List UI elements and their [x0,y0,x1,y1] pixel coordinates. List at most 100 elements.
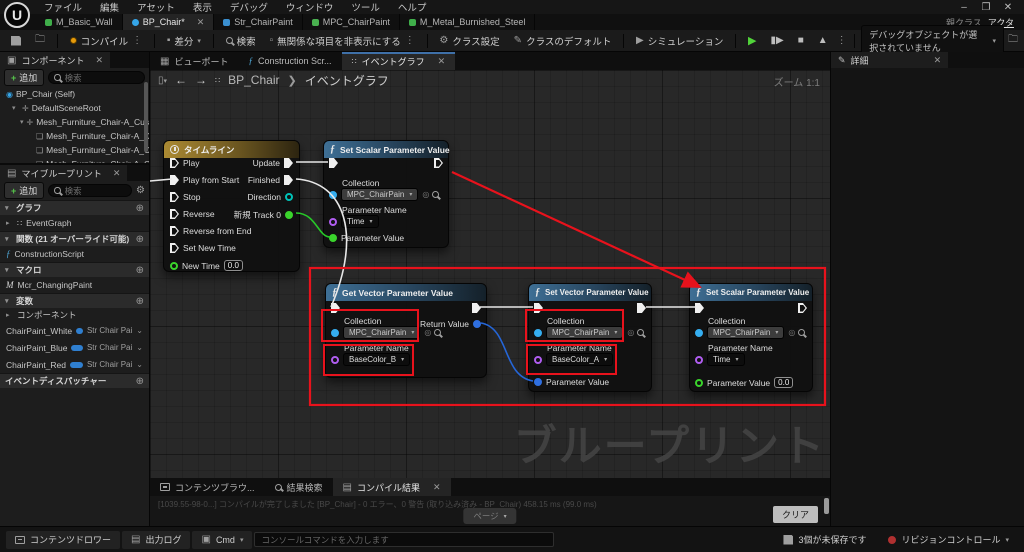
expand-arrow-icon[interactable]: ▾ [20,118,24,126]
exec-pin-out[interactable] [434,158,443,168]
parameter-name-dropdown[interactable]: Time▾ [341,215,379,228]
stop-button[interactable]: ■ [793,33,809,48]
node-get-vector-parameter[interactable]: ƒ Get Vector Parameter Value Collection … [325,283,487,378]
tab-construction-script[interactable]: ƒ Construction Scr... [238,52,341,70]
parameter-name-dropdown[interactable]: Time▾ [707,353,745,366]
play-options-icon[interactable]: ⋮ [837,35,847,46]
parameter-name-pin[interactable] [534,356,542,364]
macro-section-header[interactable]: ▾ マクロ ⊕ [0,262,149,277]
diff-button[interactable]: ▪ 差分 ▾ [162,32,206,50]
parameter-value-pin[interactable] [534,378,542,386]
tab-str-chairpaint[interactable]: Str_ChairPaint [214,14,303,30]
my-blueprint-search-input[interactable] [65,186,126,196]
node-set-scalar-parameter-top[interactable]: ƒ Set Scalar Parameter Value Collection … [323,140,449,248]
add-component-button[interactable]: + 追加 [4,69,44,86]
enum-pin-direction[interactable] [285,193,293,201]
tab-bp-chair[interactable]: BP_Chair* ✕ [123,14,215,30]
tree-item-mesh-cushion[interactable]: ▾ ✛ Mesh_Furniture_Chair-A_Cushion [0,115,149,129]
hide-unrelated-options-icon[interactable]: ⋮ [405,35,415,46]
exec-pin-out[interactable] [798,303,807,313]
collection-pin[interactable] [331,329,339,337]
constructionscript-item[interactable]: ƒ ConstructionScript [0,246,149,262]
node-header[interactable]: ƒ Get Vector Parameter Value [326,284,486,301]
exec-pin-in[interactable] [695,303,704,313]
variable-chairpaint-white[interactable]: ChairPaint_White Str Chair Pai ⌄ [0,322,149,339]
tree-item-mesh-cushion-child[interactable]: ❏ Mesh_Furniture_Chair-A_Cushion [0,129,149,143]
browse-icon[interactable] [637,329,644,336]
exec-pin-in[interactable] [331,303,340,313]
dispatcher-section-header[interactable]: イベントディスパッチャー ⊕ [0,373,149,388]
use-selected-icon[interactable]: ◎ [422,190,429,199]
menu-help[interactable]: ヘルプ [390,0,435,15]
visibility-icon[interactable]: ⌄ [136,326,143,335]
exec-pin-in[interactable] [534,303,543,313]
visibility-icon[interactable]: ⌄ [136,343,143,352]
browse-asset-button[interactable]: 🗀 [30,30,50,51]
return-value-pin[interactable] [473,320,481,328]
tab-event-graph[interactable]: ∷ イベントグラフ ✕ [342,52,456,70]
visibility-icon[interactable]: ⌄ [136,360,143,369]
parameter-value-field[interactable]: 0.0 [774,377,793,388]
components-variable-group[interactable]: ▸ コンポーネント [0,308,149,322]
float-pin-new-time[interactable] [170,262,178,270]
find-button[interactable]: 検索 [221,32,261,50]
details-tab[interactable]: ✎ 詳細 ✕ [831,52,948,68]
use-selected-icon[interactable]: ◎ [627,328,634,337]
node-header[interactable]: ƒ Set Scalar Parameter Value [690,284,812,301]
macro-item[interactable]: M Mcr_ChangingPaint [0,277,149,293]
tree-item-bp-chair-self[interactable]: ◉ BP_Chair (Self) [0,87,149,101]
expand-arrow-icon[interactable]: ▸ [6,311,13,319]
variables-section-header[interactable]: ▾ 変数 ⊕ [0,293,149,308]
exec-pin-finished[interactable] [284,175,293,185]
save-button[interactable] [6,34,26,48]
parameter-value-pin[interactable] [329,234,337,242]
exec-pin-out[interactable] [472,303,481,313]
use-selected-icon[interactable]: ◎ [424,328,431,337]
parameter-name-dropdown[interactable]: BaseColor_B▾ [343,353,410,366]
float-pin-track0[interactable] [285,211,293,219]
exec-pin-play-from-start[interactable] [170,175,179,185]
tree-item-mesh-cushion-child[interactable]: ❏ Mesh_Furniture_Chair-A_Cushion [0,157,149,165]
hide-unrelated-button[interactable]: ▫ 無関係な項目を非表示にする ⋮ [265,32,420,50]
close-button[interactable]: ✕ [1000,2,1016,13]
unsaved-button[interactable]: 3個が未保存です [774,531,875,549]
simulation-button[interactable]: ▶ シミュレーション [631,32,728,50]
node-set-vector-parameter[interactable]: ƒ Set Vector Parameter Value Collection … [528,283,652,392]
menu-view[interactable]: 表示 [185,0,220,15]
browse-debug-icon[interactable]: 🗀 [1008,32,1018,49]
breadcrumb-root[interactable]: BP_Chair [228,73,279,87]
collapse-arrow-icon[interactable]: ▾ [5,266,12,274]
close-icon[interactable]: ✕ [95,55,103,66]
page-dropdown[interactable]: ページ▾ [463,508,516,524]
class-defaults-button[interactable]: ✎ クラスのデフォルト [509,32,617,50]
back-arrow-icon[interactable]: ← [175,73,187,87]
collapse-arrow-icon[interactable]: ▾ [5,204,12,212]
eject-button[interactable]: ▲ [813,33,833,48]
clear-button[interactable]: クリア [773,506,818,523]
add-function-icon[interactable]: ⊕ [136,234,144,245]
parameter-name-pin[interactable] [331,356,339,364]
new-time-value-field[interactable]: 0.0 [224,260,243,271]
forward-arrow-icon[interactable]: → [195,73,207,87]
tab-compiler-results[interactable]: ▤ コンパイル結果 ✕ [333,478,451,496]
add-variable-icon[interactable]: ⊕ [136,296,144,307]
my-blueprint-tab[interactable]: ▤ マイブループリント ✕ [0,165,127,181]
exec-pin-update[interactable] [284,158,293,168]
variable-chairpaint-blue[interactable]: ChairPaint_Blue Str Chair Pai ⌄ [0,339,149,356]
browse-icon[interactable] [434,329,441,336]
close-icon[interactable]: ✕ [113,168,121,179]
exec-pin-out[interactable] [637,303,646,313]
eventgraph-item[interactable]: ▸ ∷ EventGraph [0,215,149,231]
parameter-value-pin[interactable] [695,379,703,387]
output-log-button[interactable]: ▤ 出力ログ [122,531,190,549]
tab-m-metal-burnished-steel[interactable]: M_Metal_Burnished_Steel [400,14,536,30]
exec-pin-reverse-from-end[interactable] [170,226,179,236]
browse-icon[interactable] [432,191,439,198]
menu-debug[interactable]: デバッグ [222,0,276,15]
compile-button[interactable]: コンパイル ⋮ [65,32,148,50]
tree-item-defaultsceneroot[interactable]: ▾ ✛ DefaultSceneRoot [0,101,149,115]
node-timeline[interactable]: タイムライン Play Play from Start Stop Reverse… [163,140,300,272]
menu-tools[interactable]: ツール [343,0,388,15]
console-command-input[interactable] [254,532,554,547]
tab-mpc-chairpaint[interactable]: MPC_ChairPaint [303,14,400,30]
